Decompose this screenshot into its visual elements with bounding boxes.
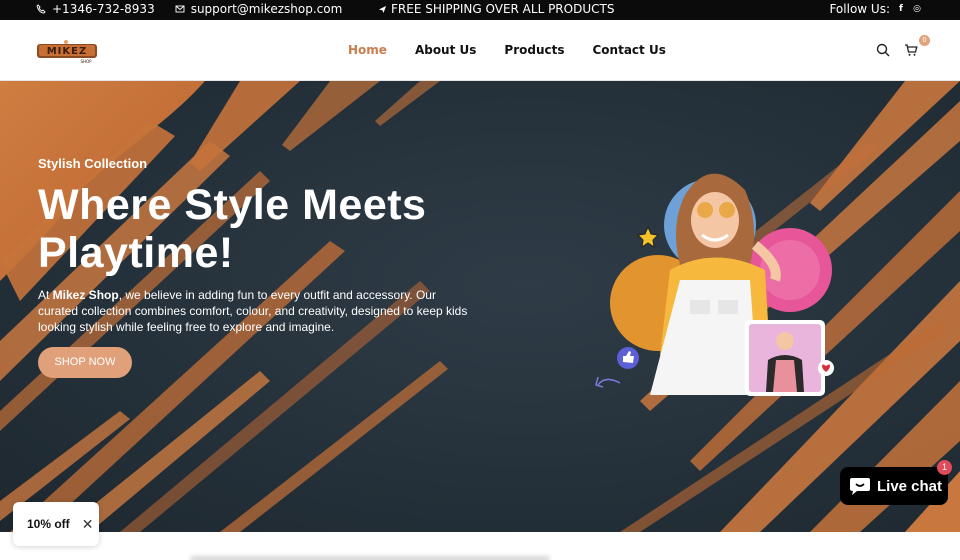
phone-number[interactable]: +1346-732-8933 <box>52 2 155 16</box>
instagram-icon[interactable]: ◎ <box>912 4 922 14</box>
shop-now-button[interactable]: SHOP NOW <box>38 347 132 378</box>
brand-name: Mikez Shop <box>52 288 119 302</box>
search-icon[interactable] <box>876 43 890 57</box>
shipping-notice: FREE SHIPPING OVER ALL PRODUCTS <box>378 2 614 16</box>
announcement-bar: +1346-732-8933 support@mikezshop.com FRE… <box>0 0 960 20</box>
site-header: MIKEZ SHOP Home About Us Products Contac… <box>0 20 960 81</box>
email-address[interactable]: support@mikezshop.com <box>191 2 343 16</box>
nav-about-us[interactable]: About Us <box>415 43 476 57</box>
hero-description: At Mikez Shop, we believe in adding fun … <box>38 288 468 334</box>
cart-button[interactable]: 0 <box>904 35 930 58</box>
close-icon[interactable]: ✕ <box>82 516 94 533</box>
live-chat-button[interactable]: Live chat <box>840 467 948 505</box>
nav-contact-us[interactable]: Contact Us <box>593 43 666 57</box>
section-divider <box>190 556 550 560</box>
hero-title: Where Style Meets Playtime! <box>38 181 427 277</box>
mail-icon <box>175 5 185 13</box>
social-links: Follow Us: f ◎ <box>829 2 922 16</box>
nav-products[interactable]: Products <box>504 43 564 57</box>
live-chat-label: Live chat <box>877 477 943 495</box>
hero-illustration <box>595 173 834 396</box>
header-actions: 0 <box>876 35 930 58</box>
main-nav: Home About Us Products Contact Us <box>348 43 666 57</box>
logo-text: MIKEZ <box>47 46 88 57</box>
hero-banner: Stylish Collection Where Style Meets Pla… <box>0 81 960 532</box>
contact-info: +1346-732-8933 support@mikezshop.com <box>36 2 342 16</box>
follow-label: Follow Us: <box>829 2 890 16</box>
cart-count-badge: 0 <box>919 35 930 46</box>
hero-subtitle: Stylish Collection <box>38 156 148 171</box>
discount-popup[interactable]: 10% off ✕ <box>13 502 99 546</box>
facebook-icon[interactable]: f <box>896 4 906 14</box>
mikez-shop-logo[interactable]: MIKEZ SHOP <box>36 38 98 64</box>
shipping-text: FREE SHIPPING OVER ALL PRODUCTS <box>391 2 615 16</box>
send-icon <box>378 5 387 13</box>
cart-icon <box>905 44 918 56</box>
phone-icon <box>36 4 46 14</box>
nav-home[interactable]: Home <box>348 43 387 57</box>
chat-bubble-icon <box>850 478 870 495</box>
logo-sub: SHOP <box>80 59 92 64</box>
discount-label[interactable]: 10% off <box>27 517 70 531</box>
chat-notification-badge: 1 <box>937 460 952 475</box>
